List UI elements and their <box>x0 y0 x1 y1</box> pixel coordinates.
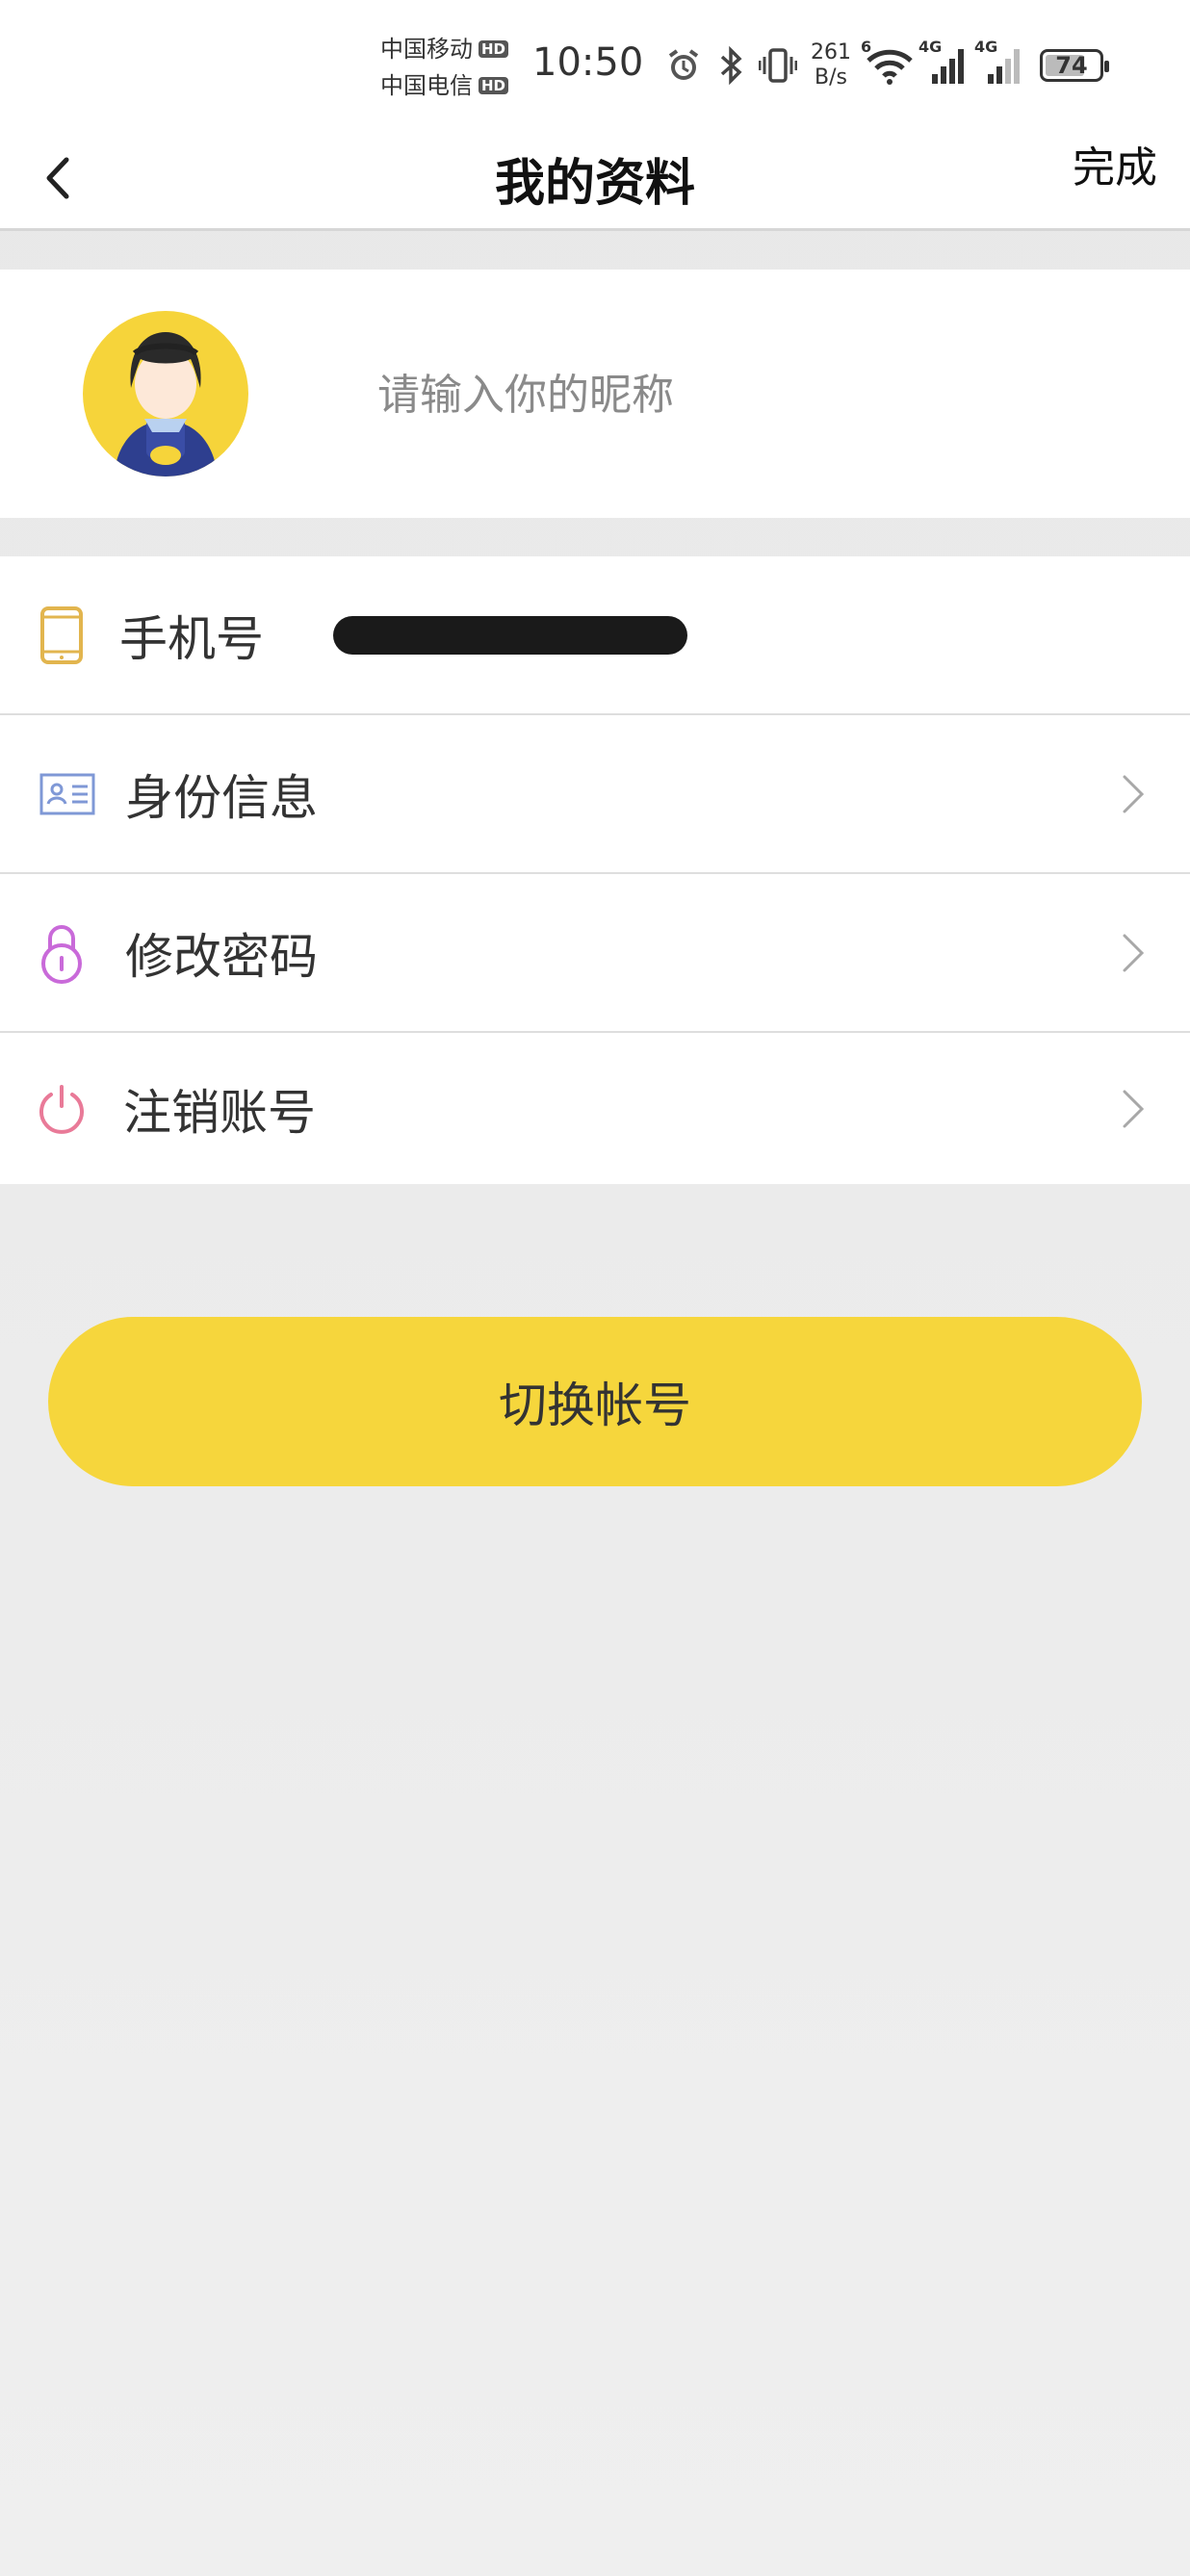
phone-icon <box>33 602 91 669</box>
password-row[interactable]: 修改密码 <box>0 874 1190 1033</box>
carrier-2-label: 中国电信 <box>380 72 473 99</box>
identity-label: 身份信息 <box>125 769 318 826</box>
nav-bar: 我的资料 完成 <box>0 125 1190 231</box>
vibrate-icon <box>759 45 797 86</box>
identity-row[interactable]: 身份信息 <box>0 715 1190 874</box>
cancel-account-row[interactable]: 注销账号 <box>0 1033 1190 1184</box>
wifi-icon: 6 <box>861 38 915 86</box>
carrier-info: 中国移动 HD 中国电信 HD <box>380 31 525 104</box>
nickname-input[interactable] <box>377 361 1051 428</box>
net-speed: 261 B/s <box>811 40 851 90</box>
wifi-label: 6 <box>861 38 872 56</box>
avatar[interactable] <box>83 311 248 477</box>
net-speed-unit: B/s <box>815 65 847 90</box>
status-bar: 中国移动 HD 中国电信 HD 10:50 261 B/s 6 4G 4G 74 <box>0 0 1190 125</box>
battery-icon: 74 <box>1040 49 1109 82</box>
hd-badge-1: HD <box>479 40 509 58</box>
alarm-icon <box>664 46 703 85</box>
bluetooth-icon <box>716 45 745 86</box>
id-card-icon <box>39 760 96 828</box>
switch-account-button[interactable]: 切换帐号 <box>48 1317 1142 1486</box>
cancel-account-label: 注销账号 <box>123 1084 316 1141</box>
power-icon <box>33 1075 91 1143</box>
signal-icon-2: 4G <box>974 38 1026 86</box>
carrier-1-label: 中国移动 <box>380 36 473 63</box>
phone-row[interactable]: 手机号 <box>0 556 1190 715</box>
lock-icon <box>33 919 91 987</box>
cartoon-avatar-icon <box>114 332 218 477</box>
hd-badge-2: HD <box>479 77 509 94</box>
phone-number-redacted <box>333 616 687 655</box>
page-title: 我的资料 <box>494 155 695 213</box>
settings-list: 手机号 身份信息 修改密码 注销账号 <box>0 556 1190 1184</box>
chevron-right-icon <box>1123 1090 1145 1127</box>
signal-icon: 4G <box>918 38 970 86</box>
battery-level: 74 <box>1055 52 1088 79</box>
profile-card <box>0 270 1190 518</box>
status-time: 10:50 <box>532 40 644 85</box>
done-button[interactable]: 完成 <box>1073 133 1157 194</box>
net-speed-value: 261 <box>811 40 851 64</box>
signal-label-2: 4G <box>974 38 998 56</box>
phone-label: 手机号 <box>119 610 264 667</box>
signal-label-1: 4G <box>918 38 943 56</box>
password-label: 修改密码 <box>125 928 318 985</box>
status-icons: 261 B/s 6 4G 4G 74 <box>664 37 1109 94</box>
chevron-right-icon <box>1123 934 1145 971</box>
chevron-right-icon <box>1123 775 1145 812</box>
